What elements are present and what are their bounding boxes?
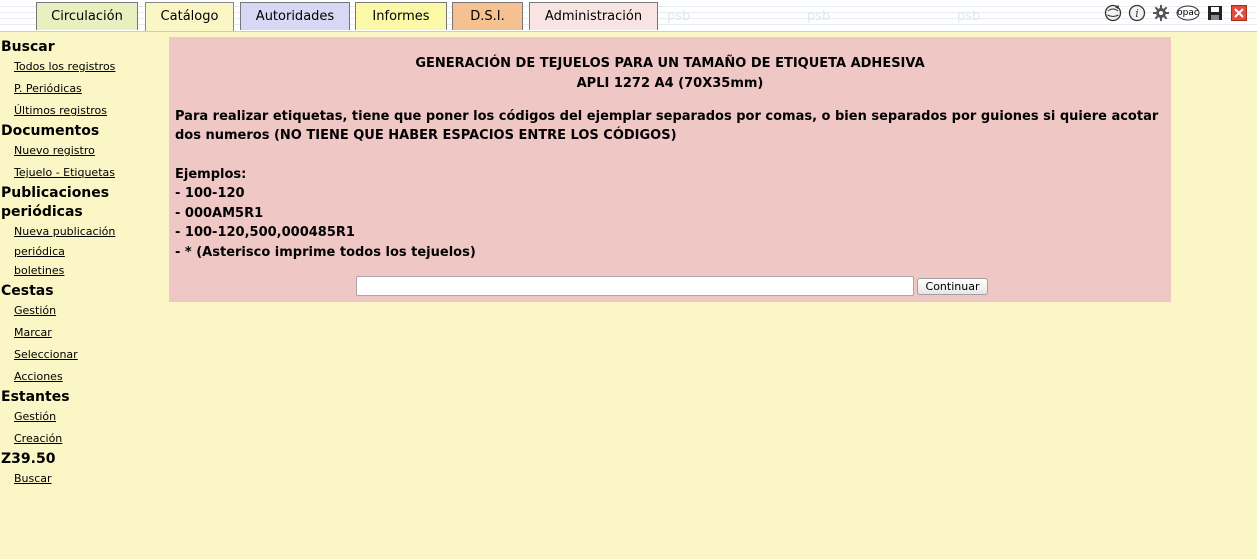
watermark-text: psb <box>667 9 691 24</box>
example-item: - 100-120,500,000485R1 <box>175 225 355 240</box>
sidebar-section-title: Documentos <box>1 123 100 139</box>
tab-administracion[interactable]: Administración <box>529 2 658 30</box>
sidebar-section-z3950: Z39.50 Buscar <box>0 450 160 486</box>
tab-circulacion[interactable]: Circulación <box>36 2 138 30</box>
svg-text:i: i <box>1135 7 1139 20</box>
toolbar-icons: i opac <box>1104 4 1248 22</box>
sidebar-link-nueva-publicacion[interactable]: Nueva publicación periódica <box>14 222 124 262</box>
example-item: - 000AM5R1 <box>175 206 264 221</box>
sidebar-section-documentos: Documentos Nuevo registro Tejuelo - Etiq… <box>0 122 160 180</box>
save-icon[interactable] <box>1206 4 1224 22</box>
instructions-text: Para realizar etiquetas, tiene que poner… <box>175 109 1159 143</box>
sidebar-link-gestion-estantes[interactable]: Gestión <box>14 409 160 424</box>
page-subtitle: APLI 1272 A4 (70X35mm) <box>576 76 764 91</box>
sidebar: Buscar Todos los registros P. Periódicas… <box>0 37 160 486</box>
examples-title: Ejemplos: <box>175 167 247 182</box>
example-item: - * (Asterisco imprime todos los tejuelo… <box>175 245 476 260</box>
watermark-text: psb <box>957 9 981 24</box>
codes-input[interactable] <box>356 276 914 296</box>
example-item: - 100-120 <box>175 186 245 201</box>
continue-button[interactable]: Continuar <box>917 278 988 295</box>
sidebar-link-p-periodicas[interactable]: P. Periódicas <box>14 81 160 96</box>
sidebar-link-ultimos-registros[interactable]: Últimos registros <box>14 103 160 118</box>
sidebar-section-title: Cestas <box>1 283 54 299</box>
sidebar-link-buscar-z3950[interactable]: Buscar <box>14 471 160 486</box>
sidebar-link-marcar[interactable]: Marcar <box>14 325 160 340</box>
tab-catalogo[interactable]: Catálogo <box>145 2 234 31</box>
watermark-text: psb <box>807 9 831 24</box>
sidebar-link-nuevo-registro[interactable]: Nuevo registro <box>14 143 160 158</box>
tab-autoridades[interactable]: Autoridades <box>240 2 350 30</box>
sidebar-link-acciones[interactable]: Acciones <box>14 369 160 384</box>
sidebar-section-buscar: Buscar Todos los registros P. Periódicas… <box>0 38 160 118</box>
sidebar-section-title: Publicaciones periódicas <box>1 185 110 220</box>
page-title: GENERACIÓN DE TEJUELOS PARA UN TAMAÑO DE… <box>415 56 925 71</box>
sidebar-link-todos-los-registros[interactable]: Todos los registros <box>14 59 160 74</box>
sidebar-section-title: Buscar <box>1 39 55 55</box>
opac-label: opac <box>1177 8 1199 18</box>
tab-informes[interactable]: Informes <box>355 2 447 30</box>
sidebar-section-estantes: Estantes Gestión Creación <box>0 388 160 446</box>
help-globe-icon[interactable] <box>1104 4 1122 22</box>
sidebar-link-gestion[interactable]: Gestión <box>14 303 160 318</box>
tab-dsi[interactable]: D.S.I. <box>452 2 523 30</box>
sidebar-link-seleccionar[interactable]: Seleccionar <box>14 347 160 362</box>
opac-icon[interactable]: opac <box>1176 4 1200 22</box>
label-generation-panel: GENERACIÓN DE TEJUELOS PARA UN TAMAÑO DE… <box>169 37 1171 302</box>
sidebar-link-boletines[interactable]: boletines <box>14 263 160 278</box>
sidebar-section-cestas: Cestas Gestión Marcar Seleccionar Accion… <box>0 282 160 384</box>
sidebar-section-publicaciones: Publicaciones periódicas Nueva publicaci… <box>0 184 160 278</box>
sidebar-section-title: Estantes <box>1 389 70 405</box>
info-icon[interactable]: i <box>1128 4 1146 22</box>
sidebar-link-tejuelo-etiquetas[interactable]: Tejuelo - Etiquetas <box>14 165 160 180</box>
sidebar-section-title: Z39.50 <box>1 451 56 467</box>
close-icon[interactable] <box>1230 4 1248 22</box>
sidebar-link-creacion[interactable]: Creación <box>14 431 160 446</box>
top-navigation-bar: psb psb psb Circulación Catálogo Autorid… <box>0 0 1257 32</box>
gear-icon[interactable] <box>1152 4 1170 22</box>
